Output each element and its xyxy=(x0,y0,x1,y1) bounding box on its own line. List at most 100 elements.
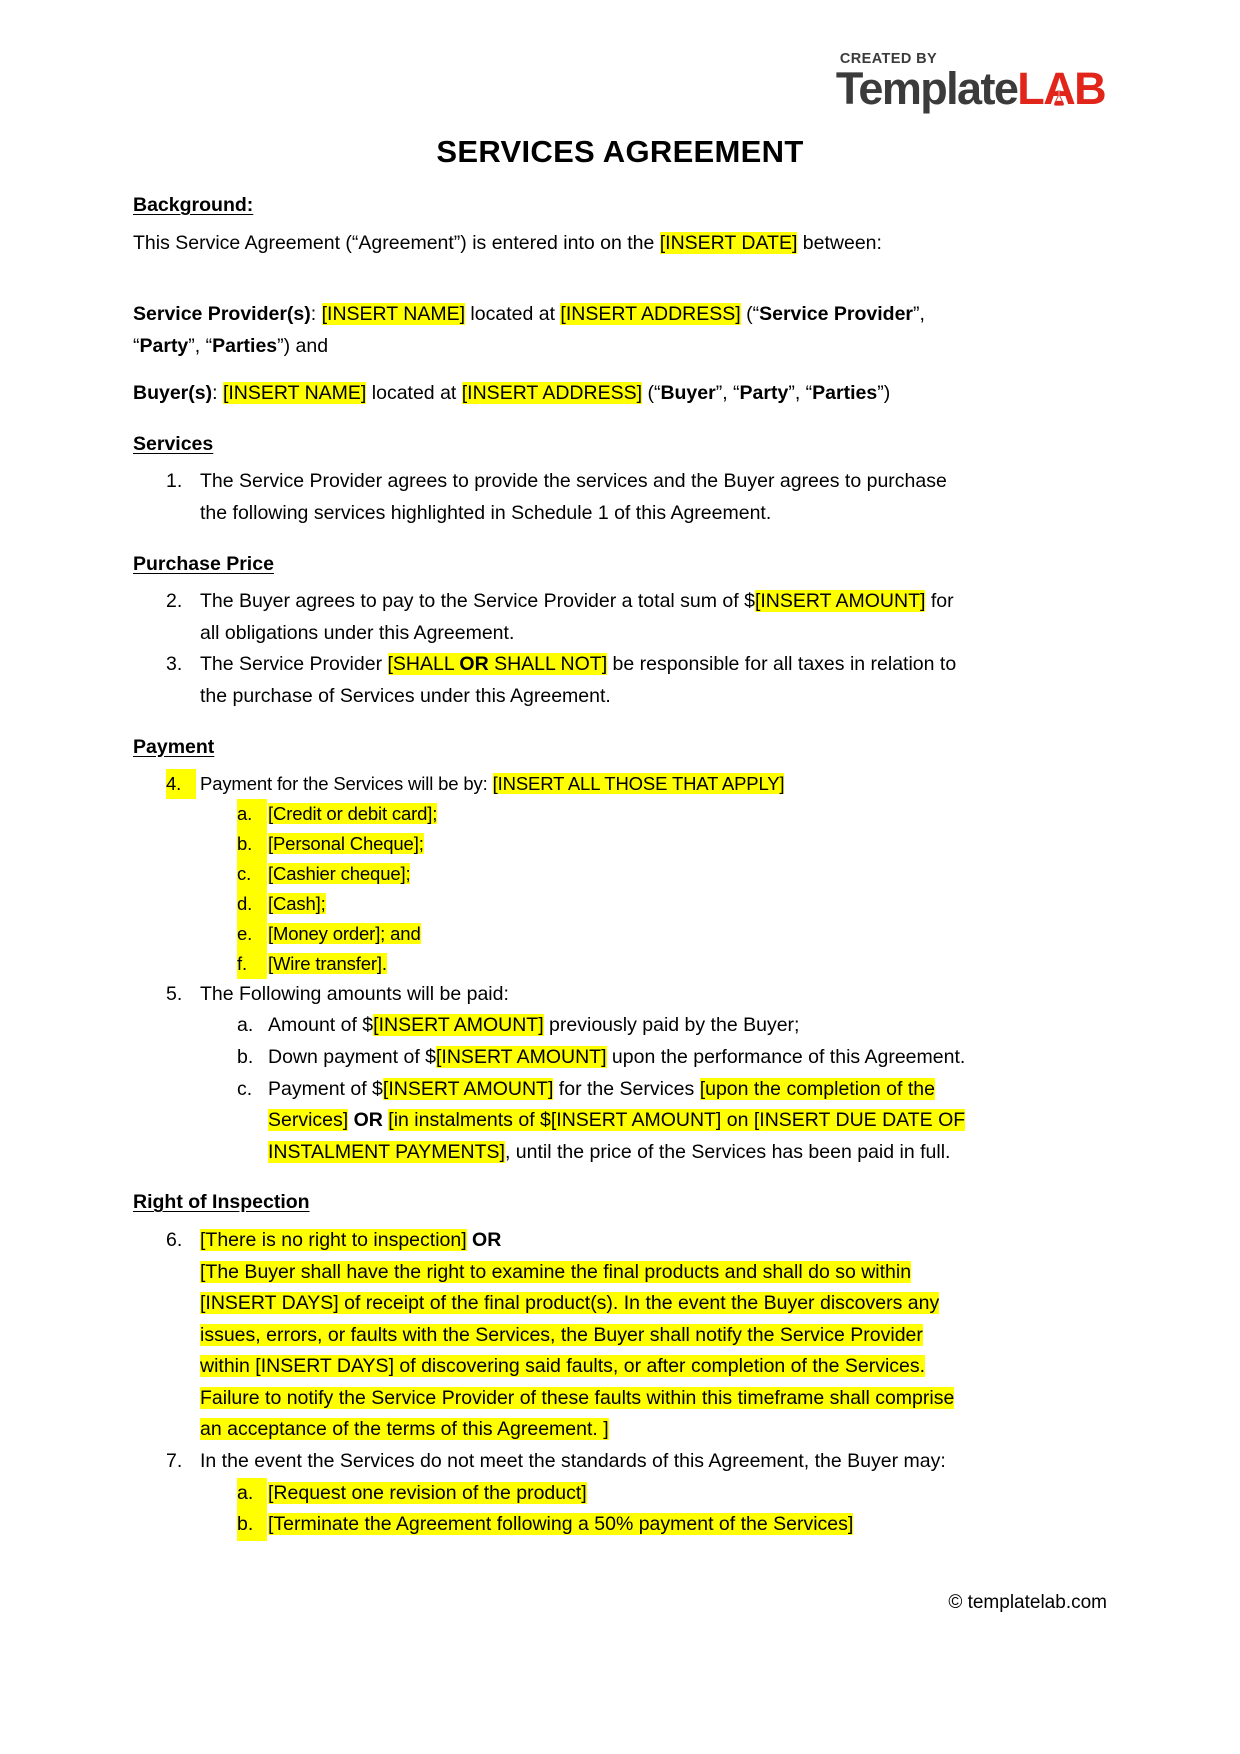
list-marker: c. xyxy=(237,859,267,889)
list-item: e. [Money order]; and xyxy=(200,918,973,949)
provider-name-placeholder: [INSERT NAME] xyxy=(321,303,466,326)
list-marker: 6. xyxy=(166,1228,183,1251)
item4-apply-placeholder: [INSERT ALL THOSE THAT APPLY] xyxy=(492,773,785,795)
section-heading-payment: Payment xyxy=(133,735,215,758)
list-marker: e. xyxy=(237,918,267,949)
service-provider-paragraph: Service Provider(s): [INSERT NAME] locat… xyxy=(133,299,973,362)
list-marker: d. xyxy=(237,888,267,919)
intro-post-text: between: xyxy=(797,231,882,254)
buyer-address-placeholder: [INSERT ADDRESS] xyxy=(461,382,643,405)
item7-text: In the event the Services do not meet th… xyxy=(200,1449,946,1472)
list-marker: 4. xyxy=(166,769,196,800)
provider-tail-sep-2: ”, “ xyxy=(188,334,213,357)
list-marker: f. xyxy=(237,948,267,979)
provider-defined-term-3: Parties xyxy=(212,334,278,357)
list-item: b. Down payment of $[INSERT AMOUNT] upon… xyxy=(200,1042,973,1074)
list-marker: c. xyxy=(237,1077,253,1100)
payment-method-text: [Cashier cheque]; xyxy=(268,863,411,884)
provider-tail-open: (“ xyxy=(740,303,760,326)
list-item: b. [Personal Cheque]; xyxy=(200,829,973,859)
item5b-amount-placeholder: [INSERT AMOUNT] xyxy=(436,1046,607,1069)
item3-shall-text: [SHALL xyxy=(387,653,460,676)
list-item: a. [Request one revision of the product] xyxy=(200,1477,973,1510)
section-heading-right-of-inspection-row: Right of Inspection xyxy=(133,1187,973,1223)
section-heading-right-of-inspection: Right of Inspection xyxy=(133,1191,310,1214)
section-heading-purchase-price: Purchase Price xyxy=(133,552,274,575)
list-item: a. Amount of $[INSERT AMOUNT] previously… xyxy=(200,1010,973,1042)
flask-icon xyxy=(1053,90,1064,106)
item5b-pre-text: Down payment of $ xyxy=(268,1046,437,1069)
list-marker: b. xyxy=(237,1509,267,1541)
logo-letter-a-with-flask: A xyxy=(1043,66,1076,111)
item5a-post-text: previously paid by the Buyer; xyxy=(543,1014,800,1037)
section-heading-background: Background: xyxy=(133,194,254,216)
provider-located-at-text: located at xyxy=(465,303,561,326)
item5c-p5: , until the price of the Services has be… xyxy=(504,1140,951,1163)
buyer-name-placeholder: [INSERT NAME] xyxy=(222,382,367,405)
item5c-p2: for the Services xyxy=(553,1077,700,1100)
item5b-post-text: upon the performance of this Agreement. xyxy=(606,1046,966,1069)
remedy-text: [Request one revision of the product] xyxy=(268,1481,587,1504)
page-title: SERVICES AGREEMENT xyxy=(436,134,804,169)
document-body: Background: This Service Agreement (“Agr… xyxy=(133,190,973,1541)
list-marker: a. xyxy=(237,1014,254,1037)
templatelab-logo: CREATED BY TemplateLA B xyxy=(836,52,1107,111)
list-marker: b. xyxy=(237,1046,254,1069)
item2-amount-placeholder: [INSERT AMOUNT] xyxy=(754,590,926,613)
provider-colon: : xyxy=(310,303,322,326)
item3-or-text: OR xyxy=(459,653,489,676)
section-heading-background-row: Background: xyxy=(133,190,973,226)
item2-pre-text: The Buyer agrees to pay to the Service P… xyxy=(200,590,755,613)
list-item: c. Payment of $[INSERT AMOUNT] for the S… xyxy=(200,1074,973,1169)
item5c-amount-placeholder: [INSERT AMOUNT] xyxy=(382,1077,554,1100)
item4-pre-text: Payment for the Services will be by: xyxy=(200,773,493,795)
buyer-tail-sep-1: ”, “ xyxy=(715,382,740,405)
list-item: b. [Terminate the Agreement following a 5… xyxy=(200,1509,973,1541)
list-item: 6. [There is no right to inspection] OR … xyxy=(133,1225,973,1446)
buyer-label: Buyer(s) xyxy=(133,382,213,405)
item5a-amount-placeholder: [INSERT AMOUNT] xyxy=(373,1014,544,1037)
buyer-tail-close: ”) xyxy=(877,382,891,405)
list-item: 7. In the event the Services do not meet… xyxy=(133,1446,973,1541)
logo-wordmark: TemplateLA B xyxy=(836,66,1107,111)
buyer-paragraph: Buyer(s): [INSERT NAME] located at [INSE… xyxy=(133,378,973,410)
logo-letter-l: L xyxy=(1017,62,1044,114)
payment-methods-list: a. [Credit or debit card]; b. [Personal Ch… xyxy=(200,799,973,979)
item5c-or-text: OR xyxy=(353,1109,383,1132)
payment-method-text: [Personal Cheque]; xyxy=(268,833,424,855)
inspection-list: 6. [There is no right to inspection] OR … xyxy=(133,1225,973,1541)
list-item: f. [Wire transfer]. xyxy=(200,948,973,979)
insert-date-placeholder: [INSERT DATE] xyxy=(659,231,798,254)
payment-method-text: [Cash]; xyxy=(268,892,326,914)
buyer-tail-sep-2: ”, “ xyxy=(788,382,813,405)
item3-shall-placeholder: [SHALL OR SHALL NOT] xyxy=(387,653,608,676)
item5-text: The Following amounts will be paid: xyxy=(200,982,509,1005)
list-item: 3. The Service Provider [SHALL OR SHALL … xyxy=(133,649,973,712)
intro-pre-text: This Service Agreement (“Agreement”) is … xyxy=(133,231,660,254)
list-marker: 5. xyxy=(166,982,183,1005)
provider-defined-term-2: Party xyxy=(139,334,189,357)
payment-list: 4. Payment for the Services will be by: … xyxy=(133,769,973,1168)
buyer-defined-term-2: Party xyxy=(739,382,789,405)
list-item: d. [Cash]; xyxy=(200,888,973,919)
list-item: 1. The Service Provider agrees to provid… xyxy=(133,466,973,529)
section-heading-services-row: Services xyxy=(133,429,973,465)
item6-inspection-clause: [The Buyer shall have the right to exami… xyxy=(200,1260,955,1441)
list-marker: a. xyxy=(237,799,267,830)
background-intro-paragraph: This Service Agreement (“Agreement”) is … xyxy=(133,228,973,260)
document-page: CREATED BY TemplateLA B SERVICES AGREEMEN… xyxy=(0,0,1240,1754)
buyer-colon: : xyxy=(212,382,223,405)
list-item: a. [Credit or debit card]; xyxy=(200,799,973,830)
list-marker: 3. xyxy=(166,653,183,676)
list-marker: 7. xyxy=(166,1449,183,1472)
provider-address-placeholder: [INSERT ADDRESS] xyxy=(560,303,741,326)
item5c-p1: Payment of $ xyxy=(268,1077,383,1100)
buyer-located-at-text: located at xyxy=(366,382,462,405)
logo-letter-b: B xyxy=(1074,62,1107,114)
remedies-list: a. [Request one revision of the product] … xyxy=(200,1477,973,1541)
amounts-list: a. Amount of $[INSERT AMOUNT] previously… xyxy=(200,1010,973,1168)
section-heading-services: Services xyxy=(133,432,214,455)
buyer-defined-term-1: Buyer xyxy=(660,382,716,405)
logo-lab-text: LA B xyxy=(1017,62,1107,114)
